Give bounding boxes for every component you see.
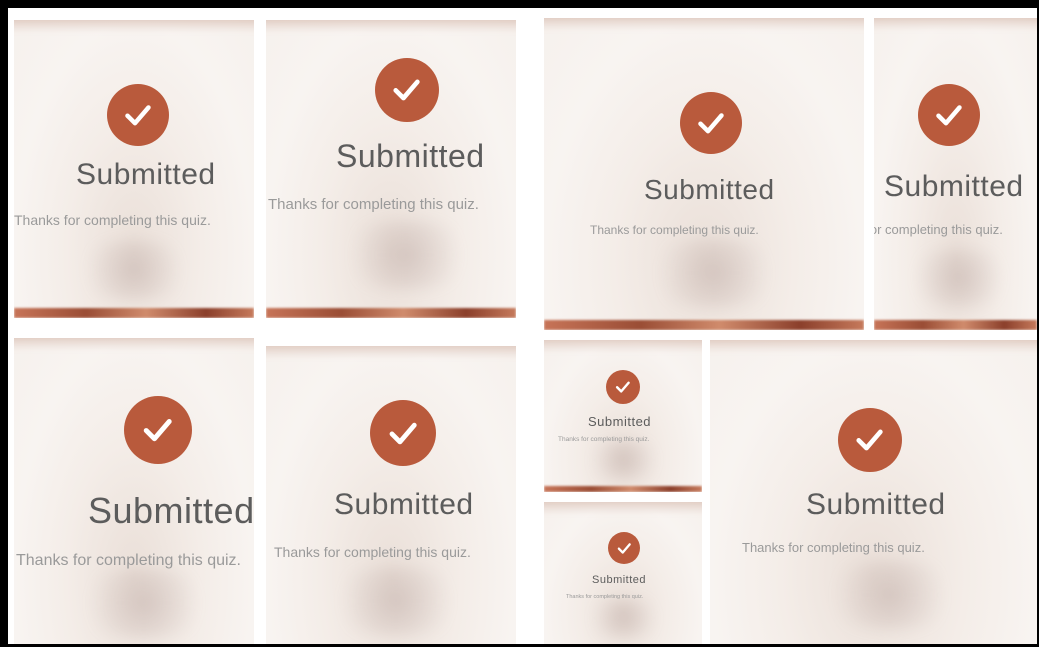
thanks-message: Thanks for completing this quiz.	[590, 223, 759, 237]
submitted-title: Submitted	[644, 174, 775, 205]
submitted-title: Submitted	[884, 170, 1024, 203]
submitted-title: Submitted	[76, 158, 216, 191]
submission-card-6: Submitted Thanks for completing this qui…	[266, 346, 516, 644]
checkmark-circle-icon	[107, 84, 169, 146]
checkmark-circle-icon	[680, 92, 742, 154]
thanks-message: Thanks for completing this quiz.	[874, 222, 1003, 237]
submission-card-7: Submitted Thanks for completing this qui…	[544, 340, 702, 492]
checkmark-circle-icon	[370, 400, 436, 466]
thanks-message: Thanks for completing this quiz.	[558, 436, 650, 443]
thanks-message: Thanks for completing this quiz.	[16, 552, 241, 569]
thanks-message: Thanks for completing this quiz.	[268, 196, 479, 213]
submission-card-9: Submitted Thanks for completing this qui…	[710, 340, 1037, 644]
submission-card-8: Submitted Thanks for completing this qui…	[544, 502, 702, 644]
submitted-title: Submitted	[336, 138, 485, 174]
submission-card-3: Submitted Thanks for completing this qui…	[544, 18, 864, 330]
checkmark-circle-icon	[375, 58, 439, 122]
thanks-message: Thanks for completing this quiz.	[742, 540, 925, 555]
submission-card-5: Submitted Thanks for completing this qui…	[14, 338, 254, 644]
screenshot-collage: Submitted Thanks for completing this qui…	[8, 8, 1037, 644]
thanks-message: Thanks for completing this quiz.	[566, 594, 644, 600]
checkmark-circle-icon	[124, 396, 192, 464]
thanks-message: Thanks for completing this quiz.	[14, 212, 211, 228]
thanks-message: Thanks for completing this quiz.	[274, 544, 471, 560]
checkmark-circle-icon	[606, 370, 640, 404]
submitted-title: Submitted	[88, 490, 254, 531]
checkmark-circle-icon	[838, 408, 902, 472]
checkmark-circle-icon	[608, 532, 640, 564]
checkmark-circle-icon	[918, 84, 980, 146]
submitted-title: Submitted	[592, 574, 647, 586]
submission-card-1: Submitted Thanks for completing this qui…	[14, 20, 254, 318]
submission-card-2: Submitted Thanks for completing this qui…	[266, 20, 516, 318]
submitted-title: Submitted	[806, 488, 946, 521]
submitted-title: Submitted	[588, 414, 652, 429]
submitted-title: Submitted	[334, 488, 474, 521]
submission-card-4: Submitted Thanks for completing this qui…	[874, 18, 1037, 330]
